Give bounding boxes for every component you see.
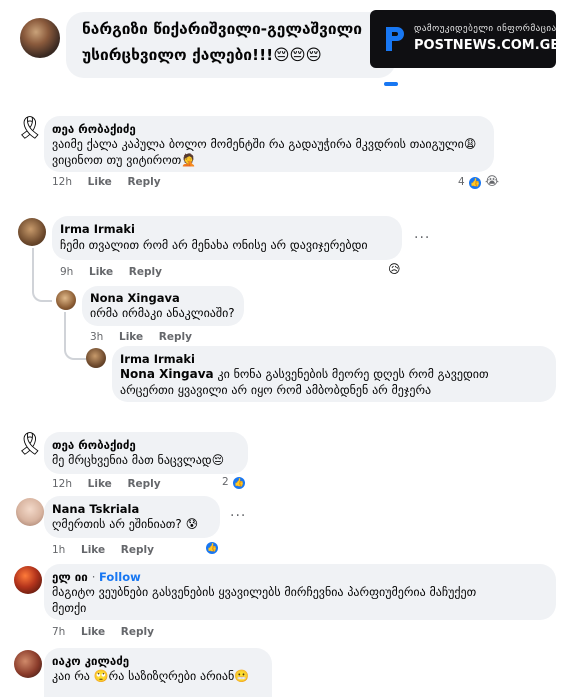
reply-button[interactable]: Reply	[121, 626, 154, 638]
commenter-avatar[interactable]	[56, 290, 76, 310]
comment-author[interactable]: ელ იი	[52, 570, 88, 584]
like-button[interactable]: Like	[81, 544, 105, 556]
comment-time: 12h	[52, 478, 73, 490]
reply-button[interactable]: Reply	[129, 266, 162, 278]
reply-button[interactable]: Reply	[121, 544, 154, 556]
comment-text: არცერთი ყვავილი არ იყო რომ ამბობდნენ არ …	[120, 383, 432, 397]
comment-author[interactable]: Irma Irmaki	[60, 222, 135, 236]
comment-text: კაი რა 🙄რა საზიზღრები არიან😬	[52, 669, 250, 683]
reaction-count-number: 2	[222, 476, 229, 488]
like-button[interactable]: Like	[89, 266, 113, 278]
reply-button[interactable]: Reply	[127, 176, 160, 188]
like-reaction-icon: 👍	[233, 477, 246, 489]
comment-time: 7h	[52, 626, 66, 638]
comment-time: 9h	[60, 266, 74, 278]
comment-text: ირმა ირმაკი ანაკლიაში?	[90, 306, 235, 320]
postnews-logo-icon	[386, 27, 404, 51]
comment-meta: 1h Like Reply	[52, 544, 166, 556]
comment-text-line: კი ნონა გასვენების მეორე დღეს რომ გავედი…	[217, 367, 489, 381]
comment-text: მაგიტო ვეუბნები გასვენების ყვავილებს მირ…	[52, 585, 477, 599]
commenter-avatar[interactable]	[14, 566, 42, 594]
comment-text: მე მრცხვენია მათ ნაცვლად😔	[52, 453, 225, 467]
sad-reaction-icon: 😭	[485, 174, 500, 188]
like-reaction-icon: 👍	[469, 177, 482, 189]
like-reaction-icon[interactable]: 👍	[206, 542, 218, 554]
mourning-ribbon-icon: 🎗	[16, 432, 44, 457]
comment-author[interactable]: Nana Tskriala	[52, 502, 139, 516]
commenter-avatar[interactable]	[16, 498, 44, 526]
reply-button[interactable]: Reply	[159, 331, 192, 343]
comment-meta: 7h Like Reply	[52, 626, 166, 638]
comment-time: 3h	[90, 331, 104, 343]
commenter-avatar[interactable]	[14, 650, 42, 678]
like-button[interactable]: Like	[81, 626, 105, 638]
like-button[interactable]: Like	[88, 478, 112, 490]
comment-author-row: ელ იი · Follow	[52, 570, 141, 584]
comment-text: ვიცინოთ თუ ვიტიროთ🤦	[52, 153, 197, 167]
comment-meta: 3h Like Reply	[90, 331, 204, 343]
comment-text: ვაიმე ქალა კაპულა ბოლო მომენტში რა გადაუ…	[52, 137, 477, 151]
like-button[interactable]: Like	[119, 331, 143, 343]
reply-button[interactable]: Reply	[127, 478, 160, 490]
comment-meta: 9h Like Reply	[60, 266, 174, 278]
comment-text: მეთქი	[52, 601, 87, 615]
comment-meta: 12h Like Reply	[52, 176, 173, 188]
comment-time: 1h	[52, 544, 66, 556]
comment-author[interactable]: Nona Xingava	[90, 291, 180, 305]
watermark-tagline: დამოუკიდებელი ინფორმაცია	[414, 24, 557, 34]
comment-author[interactable]: Irma Irmaki	[120, 352, 195, 366]
comment-author[interactable]: თეა რობაქიძე	[52, 438, 136, 452]
scroll-indicator	[384, 82, 398, 86]
more-options-icon[interactable]: ···	[414, 230, 430, 246]
follow-link[interactable]: Follow	[99, 570, 141, 584]
mention-link[interactable]: Nona Xingava	[120, 367, 214, 381]
comment-author[interactable]: თეა რობაქიძე	[52, 122, 136, 136]
thread-connector	[64, 312, 86, 360]
comment-author[interactable]: იაკო კილაძე	[52, 654, 129, 668]
more-options-icon[interactable]: ···	[230, 508, 246, 524]
like-button[interactable]: Like	[88, 176, 112, 188]
post-author-avatar[interactable]	[20, 18, 60, 58]
comment-meta: 12h Like Reply	[52, 478, 173, 490]
commenter-avatar[interactable]	[86, 348, 106, 368]
watermark-site: POSTNEWS.COM.GE	[414, 38, 560, 53]
comment-text: Nona Xingava კი ნონა გასვენების მეორე დღ…	[120, 367, 489, 381]
thread-connector	[32, 248, 52, 302]
commenter-avatar[interactable]	[18, 218, 46, 246]
reaction-count[interactable]: 2 👍	[222, 476, 246, 489]
mourning-ribbon-icon: 🎗	[16, 116, 44, 141]
sad-reaction-icon[interactable]: 😥	[388, 262, 401, 276]
comment-text: ღმერთის არ ეშინიათ? 😰	[52, 517, 199, 531]
post-author-name[interactable]: ნარგიზი წიქარიშვილი-გელაშვილი	[82, 20, 362, 38]
reaction-count[interactable]: 4 👍 😭	[458, 174, 499, 189]
comment-text: ჩემი თვალით რომ არ მენახა ონისე არ დავიჯ…	[60, 238, 368, 252]
comment-time: 12h	[52, 176, 73, 188]
reaction-count-number: 4	[458, 176, 465, 188]
post-text: უსირცხვილო ქალები!!!😔😔😔	[82, 46, 322, 64]
